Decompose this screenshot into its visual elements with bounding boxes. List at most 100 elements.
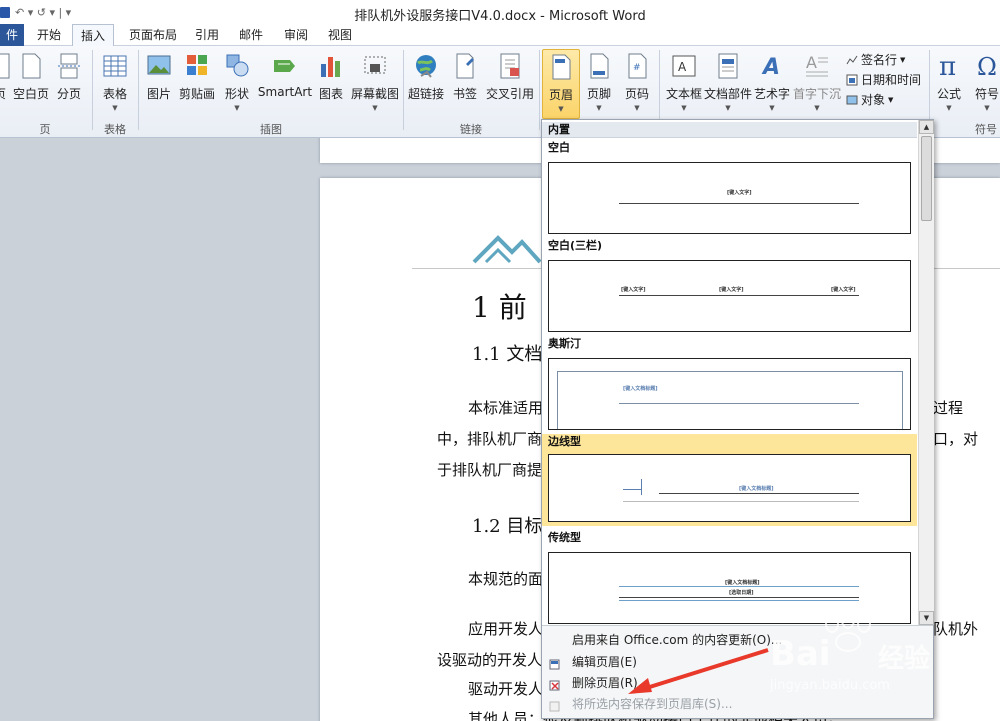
chevron-down-icon: ▼	[112, 104, 118, 112]
tab-home[interactable]: 开始	[30, 24, 68, 46]
cross-reference-icon	[497, 52, 523, 80]
header-rule	[619, 403, 859, 404]
gallery-item-blank-three-column[interactable]: [键入文字] [键入文字] [键入文字]	[548, 260, 911, 332]
tab-references[interactable]: 引用	[190, 24, 224, 46]
gallery-scrollbar[interactable]: ▲ ▼	[918, 120, 934, 625]
omega-icon: Ω	[974, 52, 1000, 81]
paragraph-1-line-2: 中，排队机厂商	[437, 430, 543, 448]
clip-art-button[interactable]: 剪贴画	[176, 52, 218, 102]
shapes-label: 形状	[224, 87, 249, 101]
header-rule	[619, 600, 859, 601]
paragraph-2: 本规范的面	[468, 570, 544, 588]
header-button[interactable]: 页眉 ▼	[542, 49, 580, 119]
header-icon	[548, 53, 574, 81]
chart-button[interactable]: 图表	[316, 52, 346, 102]
scroll-down-icon[interactable]: ▼	[919, 611, 934, 625]
symbol-label: 符号	[974, 87, 999, 101]
globe-icon	[413, 52, 439, 80]
signature-line-button[interactable]: 签名行 ▼	[846, 51, 905, 68]
quick-parts-button[interactable]: 文档部件 ▼	[704, 52, 752, 112]
scroll-up-icon[interactable]: ▲	[919, 120, 934, 134]
gallery-item-blank[interactable]: [键入文字]	[548, 162, 911, 234]
gallery-item-traditional[interactable]: [键入文档标题] [选取日期]	[548, 552, 911, 624]
picture-label: 图片	[146, 87, 171, 101]
placeholder-text: [键入文字]	[831, 287, 856, 293]
smartart-button[interactable]: SmartArt	[256, 52, 314, 99]
equation-button[interactable]: π 公式 ▼	[932, 52, 966, 112]
group-separator	[92, 50, 93, 130]
svg-text:A: A	[806, 53, 817, 72]
page-break-button[interactable]: 分页	[54, 52, 84, 102]
header-rule	[619, 203, 859, 204]
cross-reference-button[interactable]: 交叉引用	[484, 52, 536, 102]
remove-header-icon	[549, 677, 560, 691]
gallery-item-sideline[interactable]: [键入文档标题]	[548, 454, 911, 522]
chevron-down-icon: ▼	[234, 104, 240, 112]
picture-button[interactable]: 图片	[144, 52, 174, 102]
chevron-down-icon: ▼	[725, 104, 731, 112]
edit-header-icon	[549, 656, 560, 670]
date-time-button[interactable]: 日期和时间	[846, 71, 921, 88]
wordart-icon: A	[759, 52, 785, 80]
scroll-thumb[interactable]	[921, 136, 932, 221]
window-title: 排队机外设服务接口V4.0.docx - Microsoft Word	[354, 9, 646, 24]
group-separator	[659, 50, 660, 130]
chevron-down-icon: ▼	[814, 104, 820, 112]
tab-view[interactable]: 视图	[322, 24, 358, 46]
signature-icon	[846, 54, 858, 66]
tab-page-layout[interactable]: 页面布局	[120, 24, 186, 46]
paragraph-1-line-3: 于排队机厂商提	[437, 461, 543, 479]
table-label: 表格	[102, 87, 127, 101]
header-rule	[659, 493, 859, 494]
drop-cap-label: 首字下沉	[792, 87, 841, 101]
wordart-button[interactable]: A 艺术字 ▼	[752, 52, 792, 112]
gallery-item-title: 传统型	[548, 531, 581, 544]
svg-text:#: #	[633, 63, 641, 73]
tab-mailings[interactable]: 邮件	[232, 24, 270, 46]
shapes-button[interactable]: 形状 ▼	[222, 52, 252, 112]
page-number-button[interactable]: # 页码 ▼	[622, 52, 652, 112]
heading-1-1: 1.1 文档	[472, 344, 543, 365]
heading-1-2: 1.2 目标	[472, 516, 543, 537]
signature-line-label: 签名行	[861, 53, 898, 67]
gallery-item-title: 空白(三栏)	[548, 239, 603, 252]
screenshot-label: 屏幕截图	[350, 87, 399, 101]
quick-parts-label: 文档部件	[704, 87, 753, 101]
footer-label: 页脚	[586, 87, 611, 101]
bookmark-button[interactable]: 书签	[450, 52, 480, 102]
sideline-divider	[641, 479, 642, 495]
screenshot-button[interactable]: 屏幕截图 ▼	[350, 52, 400, 112]
paragraph-3-line-1: 应用开发人	[468, 620, 544, 638]
blank-page-button[interactable]: 空白页	[12, 52, 50, 102]
group-separator	[403, 50, 404, 130]
heading-1: 1 前	[472, 291, 527, 324]
placeholder-text: [选取日期]	[729, 590, 754, 596]
tab-insert[interactable]: 插入	[72, 24, 114, 47]
textbox-button[interactable]: A 文本框 ▼	[664, 52, 704, 112]
footer-button[interactable]: 页脚 ▼	[584, 52, 614, 112]
svg-text:A: A	[761, 55, 780, 80]
ribbon-tabs: 件 开始 插入 页面布局 引用 邮件 审阅 视图	[0, 24, 1000, 47]
gallery-item-austin[interactable]: [键入文档标题]	[548, 358, 911, 430]
group-separator	[929, 50, 930, 130]
table-button[interactable]: 表格 ▼	[98, 52, 132, 112]
pi-icon: π	[936, 52, 962, 82]
svg-text:A: A	[678, 60, 687, 74]
drop-cap-button[interactable]: A 首字下沉 ▼	[792, 52, 842, 112]
company-logo	[472, 235, 542, 264]
tab-review[interactable]: 审阅	[278, 24, 314, 46]
date-time-label: 日期和时间	[861, 73, 922, 87]
header-rule	[619, 295, 859, 296]
cover-page-button[interactable]: 页	[0, 52, 10, 102]
screenshot-icon	[362, 52, 388, 80]
hyperlink-label: 超链接	[407, 87, 444, 101]
object-button[interactable]: 对象 ▼	[846, 91, 893, 108]
hyperlink-button[interactable]: 超链接	[406, 52, 446, 102]
gallery-item-title: 奥斯汀	[548, 337, 581, 350]
symbols-group-label: 符号	[975, 123, 997, 136]
footer-icon	[586, 52, 612, 80]
symbol-button[interactable]: Ω 符号 ▼	[970, 52, 1000, 112]
tab-file[interactable]: 件	[0, 24, 24, 46]
sideline-accent	[623, 489, 641, 490]
header-gallery-dropdown[interactable]: 内置 空白 [键入文字] 空白(三栏) [键入文字] [键入文字] [键入文字]…	[541, 119, 934, 719]
